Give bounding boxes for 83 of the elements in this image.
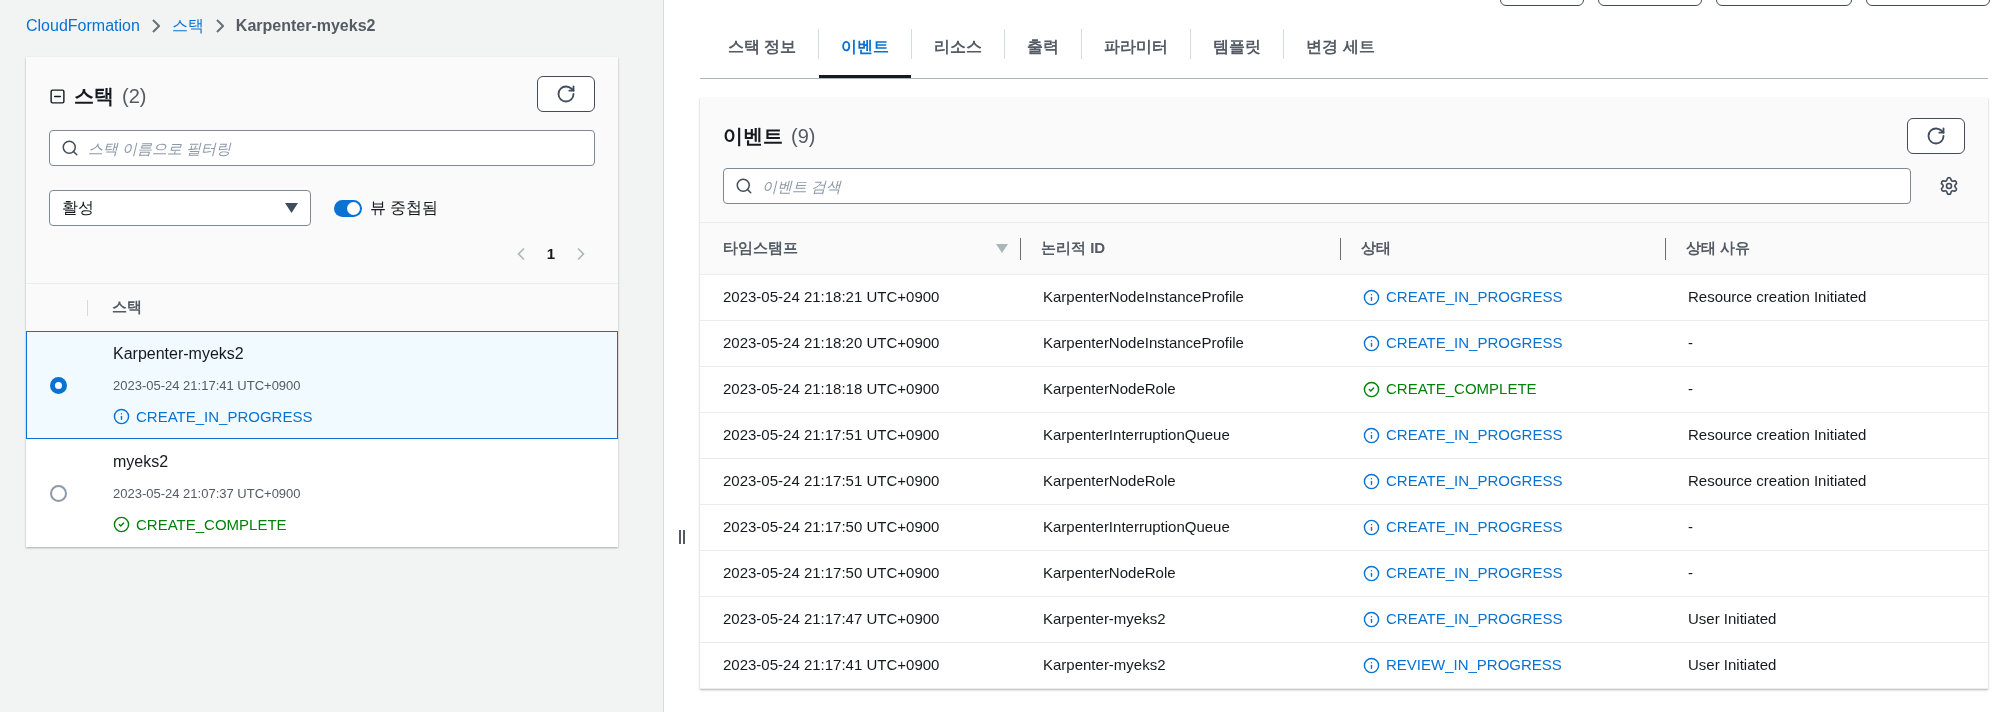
refresh-icon xyxy=(1926,126,1946,146)
reason-cell-text: Resource creation Initiated xyxy=(1688,287,1867,308)
search-icon xyxy=(735,177,753,195)
stack-name[interactable]: myeks2 xyxy=(113,450,301,474)
status-text: REVIEW_IN_PROGRESS xyxy=(1386,655,1562,676)
stack-row[interactable]: myeks2 2023-05-24 21:07:37 UTC+0900 CREATE_COMPLETE xyxy=(26,439,618,547)
tab[interactable]: 템플릿 xyxy=(1191,25,1284,78)
timestamp-cell-text: 2023-05-24 21:17:41 UTC+0900 xyxy=(723,655,940,676)
status-select[interactable]: 활성 xyxy=(49,190,311,226)
logical-id-cell-text: KarpenterNodeRole xyxy=(1043,379,1176,400)
toggle-label: 뷰 중첩됨 xyxy=(370,198,439,218)
panel-count: (2) xyxy=(122,84,147,109)
status-text: CREATE_IN_PROGRESS xyxy=(1386,333,1563,354)
caret-down-icon xyxy=(285,203,298,213)
stack-row[interactable]: Karpenter-myeks2 2023-05-24 21:17:41 UTC+0900 CREATE_IN_PROGRESS xyxy=(26,331,618,439)
refresh-button[interactable] xyxy=(1907,118,1965,154)
tab[interactable]: 파라미터 xyxy=(1082,25,1191,78)
tab[interactable]: 이벤트 xyxy=(819,25,912,78)
toggle-switch[interactable] xyxy=(334,199,362,217)
panel-title: 이벤트 xyxy=(723,124,783,149)
timestamp-cell-text: 2023-05-24 21:17:50 UTC+0900 xyxy=(723,563,940,584)
status-text: CREATE_COMPLETE xyxy=(1386,379,1537,400)
refresh-icon xyxy=(556,84,576,104)
timestamp-cell-text: 2023-05-24 21:17:50 UTC+0900 xyxy=(723,517,940,538)
panel-count: (9) xyxy=(791,124,816,149)
resize-handle[interactable] xyxy=(679,530,685,544)
timestamp-cell-text: 2023-05-24 21:18:20 UTC+0900 xyxy=(723,333,940,354)
status-text: CREATE_IN_PROGRESS xyxy=(1386,425,1563,446)
logical-id-cell-text: KarpenterInterruptionQueue xyxy=(1043,517,1230,538)
column-header: 상태 xyxy=(1361,238,1391,259)
timestamp-cell-text: 2023-05-24 21:17:47 UTC+0900 xyxy=(723,609,940,630)
timestamp-cell-text: 2023-05-24 21:18:18 UTC+0900 xyxy=(723,379,940,400)
stack-time: 2023-05-24 21:17:41 UTC+0900 xyxy=(113,377,302,395)
collapse-icon[interactable] xyxy=(49,87,66,105)
reason-cell-text: - xyxy=(1688,333,1693,354)
timestamp-cell-text: 2023-05-24 21:17:51 UTC+0900 xyxy=(723,425,940,446)
radio-button[interactable] xyxy=(49,484,67,502)
chevron-right-icon xyxy=(215,19,224,33)
refresh-button[interactable] xyxy=(537,76,595,112)
reason-cell-text: Resource creation Initiated xyxy=(1688,425,1867,446)
tab[interactable]: 리소스 xyxy=(912,25,1005,78)
status-text: CREATE_IN_PROGRESS xyxy=(1386,517,1563,538)
settings-icon[interactable] xyxy=(1939,176,1959,196)
search-icon xyxy=(61,139,79,157)
logical-id-cell-text: KarpenterNodeRole xyxy=(1043,563,1176,584)
column-header: 상태 사유 xyxy=(1686,238,1751,259)
panel-title: 스택 xyxy=(74,84,114,109)
search-field[interactable]: 이벤트 검색 xyxy=(723,168,1911,204)
logical-id-cell-text: Karpenter-myeks2 xyxy=(1043,655,1166,676)
reason-cell-text: - xyxy=(1688,563,1693,584)
tab[interactable]: 변경 세트 xyxy=(1284,25,1397,78)
page-number[interactable]: 1 xyxy=(546,242,555,266)
stack-name[interactable]: Karpenter-myeks2 xyxy=(113,342,313,366)
stack-time: 2023-05-24 21:07:37 UTC+0900 xyxy=(113,485,301,503)
status-text: CREATE_IN_PROGRESS xyxy=(136,406,313,427)
column-header: 스택 xyxy=(111,297,142,318)
tab[interactable]: 스택 정보 xyxy=(706,25,819,78)
search-field[interactable]: 스택 이름으로 필터링 xyxy=(49,130,595,166)
breadcrumb-link[interactable]: 스택 xyxy=(171,14,204,38)
chevron-right-icon xyxy=(151,19,160,33)
status-text: CREATE_IN_PROGRESS xyxy=(1386,609,1563,630)
timestamp-cell-text: 2023-05-24 21:18:21 UTC+0900 xyxy=(723,287,940,308)
logical-id-cell-text: Karpenter-myeks2 xyxy=(1043,609,1166,630)
radio-button[interactable] xyxy=(49,376,67,394)
reason-cell-text: User Initiated xyxy=(1688,609,1777,630)
reason-cell-text: User Initiated xyxy=(1688,655,1777,676)
logical-id-cell-text: KarpenterNodeInstanceProfile xyxy=(1043,333,1244,354)
breadcrumb-current: Karpenter-myeks2 xyxy=(235,16,376,36)
column-header: 논리적 ID xyxy=(1041,238,1106,259)
logical-id-cell-text: KarpenterNodeRole xyxy=(1043,471,1176,492)
status-text: CREATE_IN_PROGRESS xyxy=(1386,563,1563,584)
column-header: 타임스탬프 xyxy=(723,238,798,259)
reason-cell-text: Resource creation Initiated xyxy=(1688,471,1867,492)
logical-id-cell-text: KarpenterInterruptionQueue xyxy=(1043,425,1230,446)
tab[interactable]: 출력 xyxy=(1005,25,1082,78)
timestamp-cell-text: 2023-05-24 21:17:51 UTC+0900 xyxy=(723,471,940,492)
reason-cell-text: - xyxy=(1688,379,1693,400)
status-text: CREATE_IN_PROGRESS xyxy=(1386,471,1563,492)
logical-id-cell-text: KarpenterNodeInstanceProfile xyxy=(1043,287,1244,308)
reason-cell-text: - xyxy=(1688,517,1693,538)
status-text: CREATE_IN_PROGRESS xyxy=(1386,287,1563,308)
breadcrumb-link[interactable]: CloudFormation xyxy=(26,14,140,38)
status-text: CREATE_COMPLETE xyxy=(136,514,287,535)
